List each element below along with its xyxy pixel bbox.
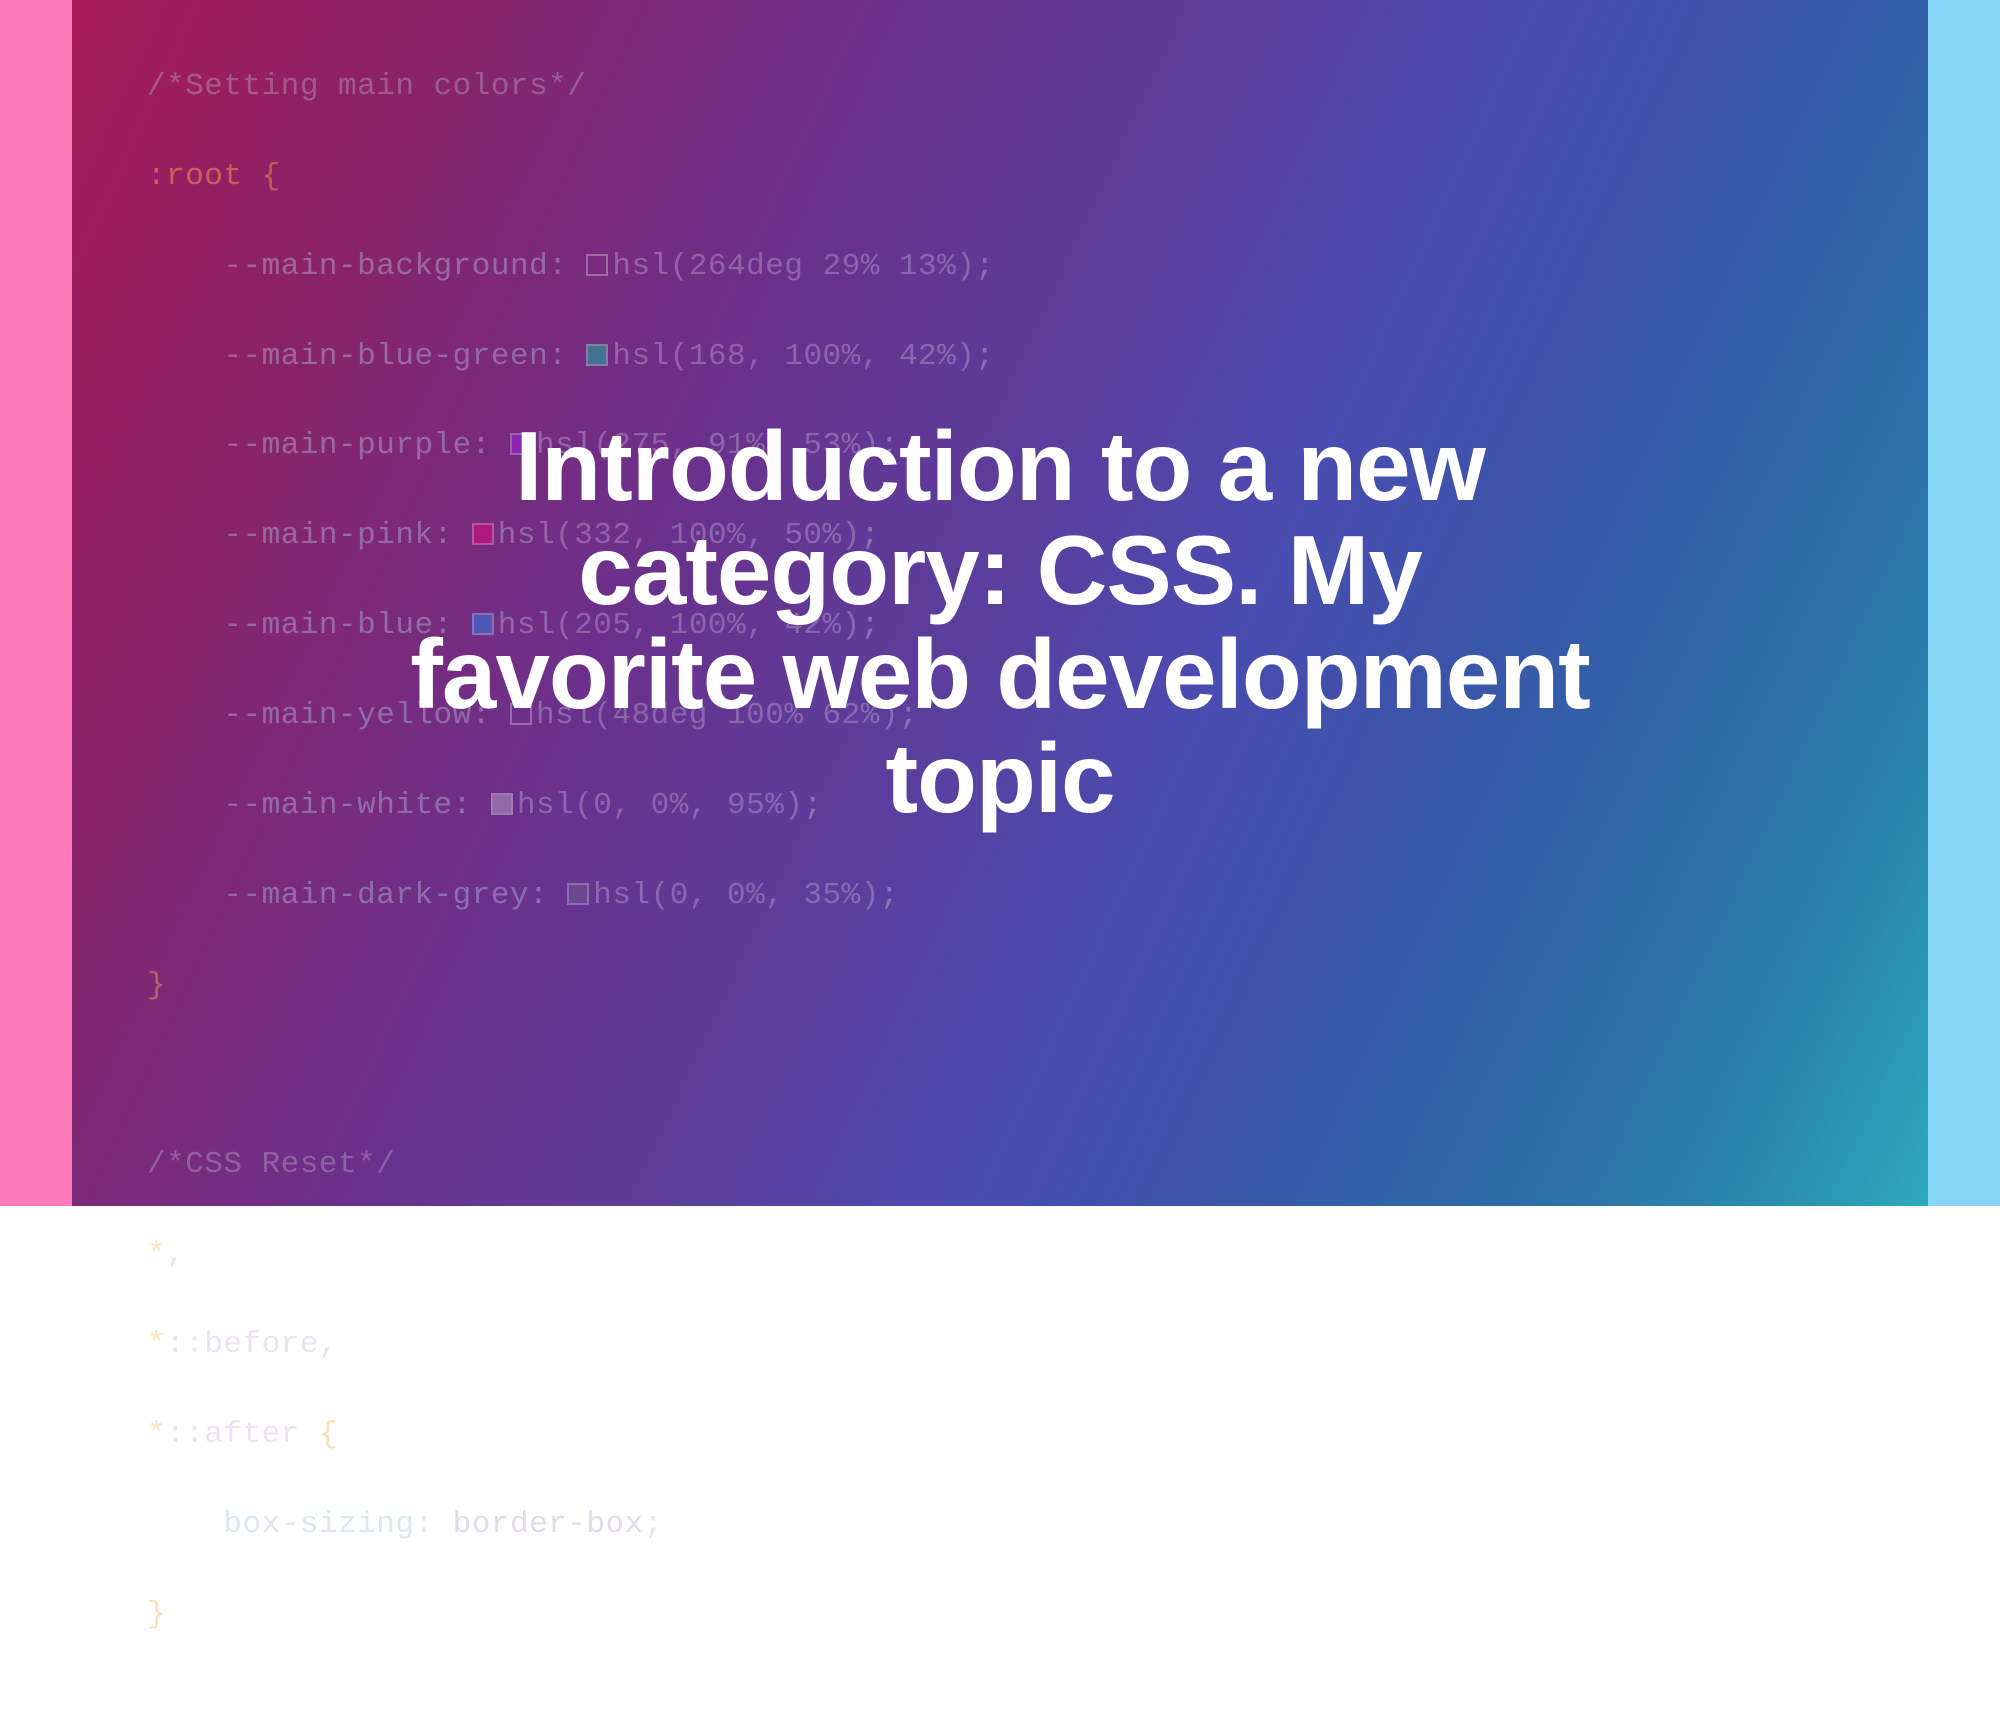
main-panel: /*Setting main colors*/ :root { --main-b…: [72, 0, 1928, 1206]
code-pseudo: ::after: [166, 1417, 300, 1452]
right-accent-bar: [1928, 0, 2000, 1206]
css-prop: box-sizing: [223, 1507, 414, 1542]
css-value: border-box: [453, 1507, 644, 1542]
code-selector: *: [147, 1237, 166, 1272]
code-selector: *: [147, 1327, 166, 1362]
hero-banner: /*Setting main colors*/ :root { --main-b…: [0, 0, 2000, 1206]
code-selector: *: [147, 1417, 166, 1452]
code-pseudo: ::before: [166, 1327, 319, 1362]
code-brace: {: [319, 1417, 338, 1452]
hero-title: Introduction to a new category: CSS. My …: [400, 415, 1600, 831]
code-brace: }: [147, 1597, 166, 1632]
left-accent-bar: [0, 0, 72, 1206]
hero-overlay: Introduction to a new category: CSS. My …: [72, 0, 1928, 1206]
